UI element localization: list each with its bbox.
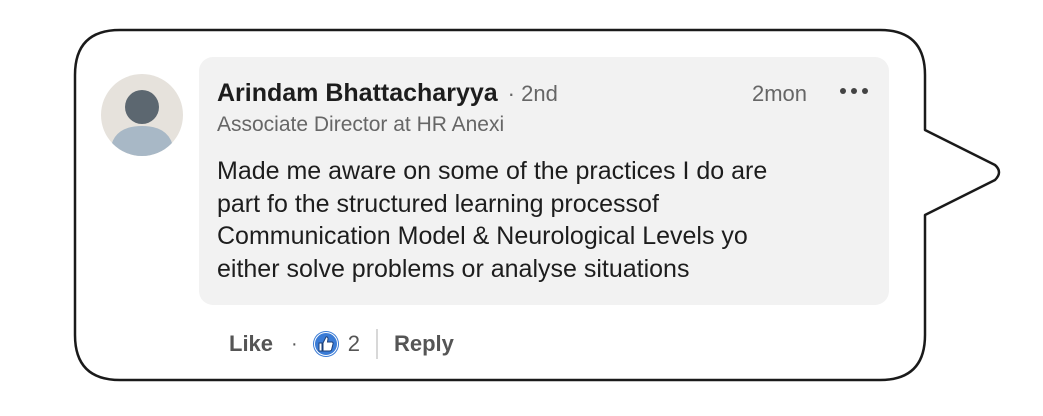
comment-text: Made me aware on some of the practices I…: [217, 155, 877, 285]
comment-text-line: either solve problems or analyse situati…: [217, 254, 690, 283]
comment-text-line: Communication Model & Neurological Level…: [217, 222, 748, 250]
author-headline: Associate Director at HR Anexi: [217, 113, 505, 136]
more-options-button[interactable]: [837, 77, 871, 105]
thumbs-up-icon[interactable]: [312, 330, 340, 358]
ellipsis-icon: [840, 88, 868, 94]
separator-dot: ·: [291, 332, 298, 355]
reply-button[interactable]: Reply: [394, 331, 454, 357]
like-button[interactable]: Like: [229, 331, 273, 357]
comment-text-line: part fo the structured learning processo…: [217, 189, 659, 218]
comment-text-line: Made me aware on some of the practices I…: [217, 157, 768, 185]
connection-degree: · 2nd: [507, 81, 558, 106]
comment-box: Arindam Bhattacharyya · 2nd 2mon Associa…: [199, 57, 889, 305]
divider: [375, 329, 378, 359]
avatar-placeholder-icon: [101, 74, 183, 156]
avatar[interactable]: [101, 74, 183, 156]
author-name[interactable]: Arindam Bhattacharyya: [217, 79, 498, 108]
reaction-count[interactable]: 2: [348, 331, 360, 357]
timestamp: 2mon: [752, 81, 808, 106]
author-row: Arindam Bhattacharyya · 2nd: [217, 79, 558, 108]
comment-actions: Like · 2 Reply: [229, 325, 454, 363]
